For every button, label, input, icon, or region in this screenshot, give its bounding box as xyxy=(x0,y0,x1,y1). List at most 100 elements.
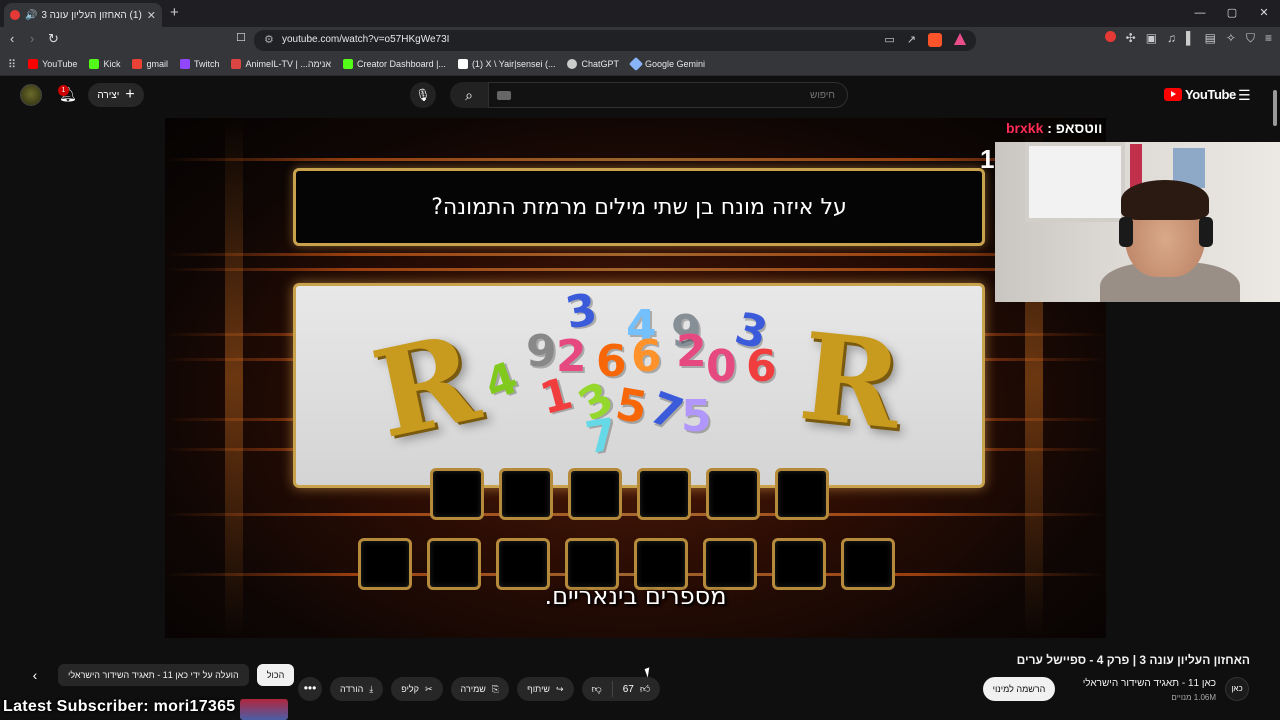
extension-puzzle-icon[interactable]: ✣ xyxy=(1126,31,1136,46)
bookmark-chatgpt[interactable]: ChatGPT xyxy=(567,59,619,69)
reload-icon[interactable]: ↻ xyxy=(48,31,59,47)
browser-tab-strip: 🔊 (1) האחזון העליון עונה 3 | פרק ✕ + — ▢… xyxy=(0,0,1280,27)
thumbs-up-icon: 👍︎ xyxy=(639,684,651,695)
forward-icon[interactable]: › xyxy=(30,31,34,46)
bookmark-x[interactable]: (1) X \ Yair|sensei (... xyxy=(457,59,556,69)
page-scrollbar[interactable] xyxy=(1272,88,1278,648)
like-button[interactable]: 67 👍︎ xyxy=(613,683,661,696)
apps-grid-icon[interactable]: ⠿ xyxy=(8,58,16,71)
dislike-button[interactable]: 👎︎ xyxy=(582,683,612,695)
kick-icon xyxy=(343,59,354,69)
brave-shields-icon[interactable] xyxy=(928,33,942,47)
video-player[interactable]: 1 על איזה מונח בן שתי מילים מרמזת התמונה… xyxy=(165,118,1106,638)
keyboard-icon[interactable] xyxy=(497,91,511,100)
extensions-row: ✣ ▣ ♫ ▌ ▤ ✧ ⛉ ≡ xyxy=(1104,31,1272,46)
whatsapp-label: ווטסאפ : xyxy=(1047,120,1103,136)
search-icon[interactable]: ⌕ xyxy=(450,82,488,108)
whatsapp-name: brxkk xyxy=(1006,120,1044,136)
bookmark-animeil[interactable]: AnimeIL-TV | ...אנימה xyxy=(231,59,331,69)
answer-slot xyxy=(637,468,691,520)
chip-all[interactable]: הכול xyxy=(256,664,295,686)
youtube-icon xyxy=(28,59,39,69)
answer-slot xyxy=(775,468,829,520)
save-label: שמירה xyxy=(460,684,486,694)
sidebar-icon[interactable]: ▌ xyxy=(1186,31,1195,46)
leo-ai-icon[interactable]: ✧ xyxy=(1226,31,1236,46)
bookmark-label: gmail xyxy=(146,59,168,69)
cast-icon[interactable]: ▭ xyxy=(884,33,894,47)
latest-subscriber-overlay: Latest Subscriber: mori17365 xyxy=(3,698,236,715)
bookmark-gemini[interactable]: Google Gemini xyxy=(628,56,705,72)
account-avatar[interactable] xyxy=(20,84,42,106)
save-button[interactable]: ⎘ שמירה xyxy=(450,677,510,701)
speaker-icon[interactable]: 🔊 xyxy=(25,10,37,21)
bookmark-label: YouTube xyxy=(42,59,78,69)
scrollbar-thumb[interactable] xyxy=(1273,90,1277,126)
bookmark-icon[interactable]: ☐ xyxy=(236,31,246,44)
download-button[interactable]: ⤓ הורדה xyxy=(330,677,384,701)
new-tab-button[interactable]: + xyxy=(170,4,179,21)
clip-label: קליפ xyxy=(401,684,419,694)
browser-nav-row: ‹ › ↻ ☐ ⚙ youtube.com/watch?v=o57HKgWe73… xyxy=(0,27,1280,53)
channel-avatar[interactable]: כאן xyxy=(1225,677,1249,701)
bookmarks-bar: ⠿ YouTube Kick gmail Twitch AnimeIL-TV |… xyxy=(0,53,1280,76)
video-title: האחזון העליון עונה 3 | פרק 4 - ספיישל ער… xyxy=(1016,653,1250,667)
maximize-button[interactable]: ▢ xyxy=(1216,0,1248,27)
bookmark-youtube[interactable]: YouTube xyxy=(28,59,77,69)
youtube-logo-text: YouTube xyxy=(1185,87,1236,102)
bookmark-label: (1) X \ Yair|sensei (... xyxy=(471,59,556,69)
x-icon xyxy=(457,59,468,69)
chip-uploader[interactable]: הועלה על ידי כאן 11 - תאגיד השידור הישרא… xyxy=(58,664,249,686)
bookmark-label: Creator Dashboard |... xyxy=(357,59,446,69)
url-text: youtube.com/watch?v=o57HKgWe73I xyxy=(282,34,450,45)
address-bar[interactable]: ⚙ youtube.com/watch?v=o57HKgWe73I ▭ ↗ xyxy=(254,30,976,51)
more-actions-button[interactable]: ••• xyxy=(298,677,322,701)
browser-tab[interactable]: 🔊 (1) האחזון העליון עונה 3 | פרק ✕ xyxy=(4,3,162,27)
vpn-icon[interactable]: ⛉ xyxy=(1246,31,1255,46)
wallet-icon[interactable]: ▤ xyxy=(1205,31,1216,46)
answer-slot xyxy=(499,468,553,520)
tab-close-icon[interactable]: ✕ xyxy=(147,9,156,22)
download-icon: ⤓ xyxy=(369,683,374,694)
extension-record-icon[interactable] xyxy=(1104,31,1116,42)
extension-box-icon[interactable]: ▣ xyxy=(1146,31,1157,46)
subscribe-button[interactable]: הרשמה למינוי xyxy=(983,677,1055,701)
create-button[interactable]: יצירה + xyxy=(88,83,144,107)
bookmark-gmail[interactable]: gmail xyxy=(132,59,168,69)
clip-button[interactable]: ✂ קליפ xyxy=(391,677,443,701)
answer-slots-row-1 xyxy=(430,468,829,520)
site-info-icon[interactable]: ⚙ xyxy=(264,33,274,46)
gemini-icon xyxy=(628,56,644,72)
share-page-icon[interactable]: ↗ xyxy=(907,33,916,47)
channel-name[interactable]: כאן 11 - תאגיד השידור הישראלי xyxy=(1083,678,1216,689)
recommended-thumbnail[interactable] xyxy=(240,699,288,720)
video-actions: ••• ⤓ הורדה ✂ קליפ ⎘ שמירה ↪ שיתוף 👎︎ 67 👍︎ xyxy=(298,677,661,701)
share-button[interactable]: ↪ שיתוף xyxy=(517,677,574,701)
question-box: על איזה מונח בן שתי מילים מרמזת התמונה? xyxy=(293,168,985,246)
close-window-button[interactable]: ✕ xyxy=(1248,0,1280,27)
search-input[interactable] xyxy=(488,82,848,108)
minimize-button[interactable]: — xyxy=(1184,0,1216,27)
thumbs-down-icon: 👎︎ xyxy=(591,684,602,695)
bookmark-kick[interactable]: Kick xyxy=(89,59,120,69)
plus-icon: + xyxy=(125,86,135,103)
subscriber-count: 1.06M מנויים xyxy=(1171,693,1216,702)
like-dislike-group: 👎︎ 67 👍︎ xyxy=(581,677,661,701)
kick-icon xyxy=(89,59,100,69)
guide-menu-icon[interactable]: ☰ xyxy=(1238,87,1251,104)
youtube-logo[interactable]: YouTube xyxy=(1164,87,1236,102)
bookmark-twitch[interactable]: Twitch xyxy=(179,59,219,69)
share-label: שיתוף xyxy=(527,684,550,694)
music-icon[interactable]: ♫ xyxy=(1167,31,1176,46)
bookmark-creator-dashboard[interactable]: Creator Dashboard |... xyxy=(343,59,446,69)
create-label: יצירה xyxy=(97,89,120,101)
animeil-icon xyxy=(231,59,242,69)
voice-search-icon[interactable]: 🎙︎ xyxy=(410,82,436,108)
chevron-left-icon[interactable]: ‹ xyxy=(20,667,50,683)
back-icon[interactable]: ‹ xyxy=(10,31,14,46)
letter-r-left: R xyxy=(362,307,490,466)
whatsapp-overlay: ווטסאפ : brxkk xyxy=(1006,120,1102,136)
menu-icon[interactable]: ≡ xyxy=(1265,31,1272,46)
youtube-play-icon xyxy=(1164,88,1182,101)
brave-rewards-icon[interactable] xyxy=(954,33,966,45)
